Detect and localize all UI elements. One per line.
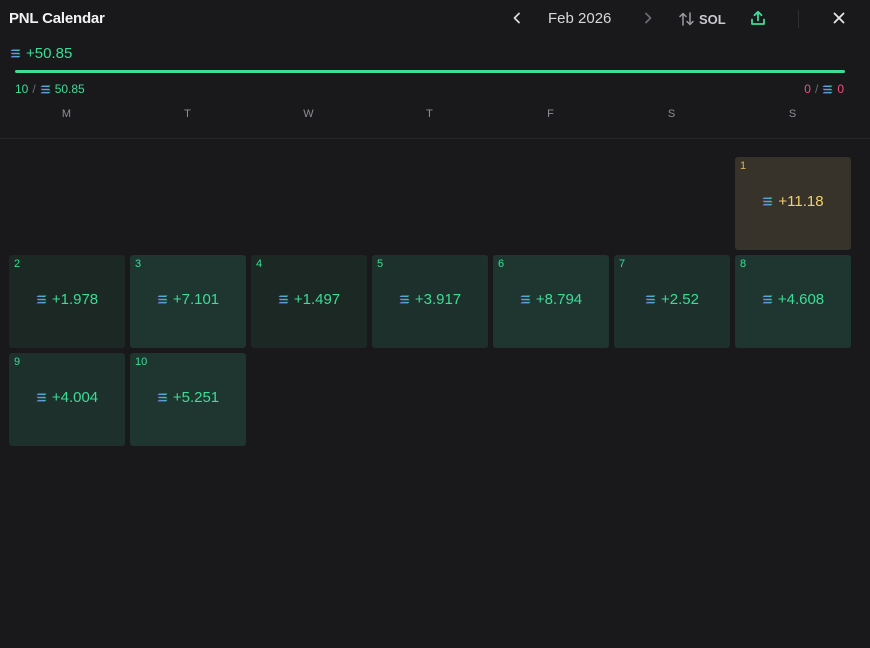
- current-month: Feb 2026: [548, 10, 612, 27]
- day-number: 3: [135, 258, 142, 270]
- loss-amount: 0: [837, 82, 844, 96]
- day-cell[interactable]: 3 +7.101: [130, 255, 246, 348]
- day-number: 4: [256, 258, 263, 270]
- day-number: 9: [14, 356, 21, 368]
- weekday-label: F: [547, 108, 554, 120]
- day-pnl: +5.251: [130, 389, 246, 406]
- day-pnl-value: +4.608: [777, 291, 825, 308]
- weekday-label: S: [788, 108, 797, 120]
- day-pnl-value: +4.004: [51, 389, 99, 406]
- weekday-header: M T W T F S S: [6, 108, 854, 124]
- day-cell[interactable]: 1 +11.18: [735, 157, 851, 250]
- day-pnl-value: +11.18: [778, 193, 824, 210]
- empty-day-cell: [372, 157, 488, 250]
- loss-stats: 0 / 0: [804, 82, 844, 96]
- weekday-label: T: [184, 108, 191, 120]
- header: PNL Calendar Feb 2026 SOL: [0, 0, 870, 38]
- day-cell[interactable]: 7 +2.52: [614, 255, 730, 348]
- day-cell[interactable]: 6 +8.794: [493, 255, 609, 348]
- solana-icon: [278, 295, 289, 304]
- unit-toggle-button[interactable]: SOL: [679, 9, 726, 29]
- day-number: 7: [619, 258, 626, 270]
- header-divider: [798, 10, 799, 28]
- day-pnl-value: +7.101: [172, 291, 220, 308]
- day-pnl-value: +1.978: [51, 291, 99, 308]
- stats-separator: /: [814, 82, 819, 96]
- solana-icon: [762, 295, 773, 304]
- day-cell[interactable]: 4 +1.497: [251, 255, 367, 348]
- day-cell[interactable]: 5 +3.917: [372, 255, 488, 348]
- chevron-left-icon: [513, 12, 520, 24]
- day-pnl: +1.497: [251, 291, 367, 308]
- day-number: 6: [498, 258, 505, 270]
- day-number: 10: [135, 356, 148, 368]
- unit-label: SOL: [699, 11, 726, 27]
- solana-icon: [645, 295, 656, 304]
- share-button[interactable]: [748, 8, 768, 28]
- day-pnl-value: +2.52: [661, 291, 699, 308]
- day-pnl: +4.608: [735, 291, 851, 308]
- close-icon: [833, 12, 845, 24]
- empty-day-cell: [614, 157, 730, 250]
- day-number: 1: [740, 160, 747, 172]
- day-number: 5: [377, 258, 384, 270]
- solana-icon: [36, 393, 47, 402]
- header-divider-line: [0, 138, 870, 139]
- empty-day-cell: [251, 157, 367, 250]
- weekday-label: W: [303, 108, 314, 120]
- day-pnl: +3.917: [372, 291, 488, 308]
- empty-day-cell: [130, 157, 246, 250]
- win-loss-progress-bar: [15, 70, 845, 73]
- weekday-label: S: [667, 108, 676, 120]
- day-pnl: +7.101: [130, 291, 246, 308]
- day-pnl: +2.52: [614, 291, 730, 308]
- total-pnl: +50.85: [10, 45, 72, 62]
- day-cell[interactable]: 9 +4.004: [9, 353, 125, 446]
- empty-day-cell: [9, 157, 125, 250]
- day-pnl-value: +8.794: [535, 291, 583, 308]
- total-pnl-value: +50.85: [26, 45, 73, 62]
- weekday-label: T: [426, 108, 433, 120]
- win-amount: 50.85: [54, 82, 85, 96]
- stats-separator: /: [32, 82, 36, 96]
- solana-icon: [399, 295, 410, 304]
- solana-icon: [36, 295, 47, 304]
- swap-vertical-icon: [679, 12, 694, 26]
- day-pnl-value: +3.917: [414, 291, 462, 308]
- page-title: PNL Calendar: [9, 10, 105, 27]
- day-number: 8: [740, 258, 747, 270]
- next-month-button[interactable]: [638, 8, 658, 28]
- day-number: 2: [14, 258, 21, 270]
- day-pnl-value: +5.251: [172, 389, 220, 406]
- day-cell[interactable]: 8 +4.608: [735, 255, 851, 348]
- close-button[interactable]: [829, 8, 849, 28]
- calendar-grid: 1 +11.18 2 +1.978 3 +7.101 4 +1.497 5 +3.917 6 +8.7…: [9, 157, 851, 446]
- solana-icon: [520, 295, 531, 304]
- day-pnl-value: +1.497: [293, 291, 341, 308]
- prev-month-button[interactable]: [507, 8, 527, 28]
- chevron-right-icon: [645, 12, 652, 24]
- share-upload-icon: [751, 10, 765, 25]
- empty-day-cell: [493, 157, 609, 250]
- progress-fill: [15, 70, 845, 73]
- solana-icon: [157, 393, 168, 402]
- loss-days-count: 0: [804, 82, 811, 96]
- day-pnl: +11.18: [735, 193, 851, 210]
- solana-icon: [822, 85, 833, 94]
- day-pnl: +8.794: [493, 291, 609, 308]
- solana-icon: [762, 197, 773, 206]
- solana-icon: [10, 49, 21, 58]
- day-pnl: +4.004: [9, 389, 125, 406]
- day-pnl: +1.978: [9, 291, 125, 308]
- win-days-count: 10: [15, 82, 29, 96]
- day-cell[interactable]: 2 +1.978: [9, 255, 125, 348]
- weekday-label: M: [61, 108, 72, 120]
- solana-icon: [40, 85, 51, 94]
- win-stats: 10 / 50.85: [15, 82, 85, 96]
- solana-icon: [157, 295, 168, 304]
- day-cell[interactable]: 10 +5.251: [130, 353, 246, 446]
